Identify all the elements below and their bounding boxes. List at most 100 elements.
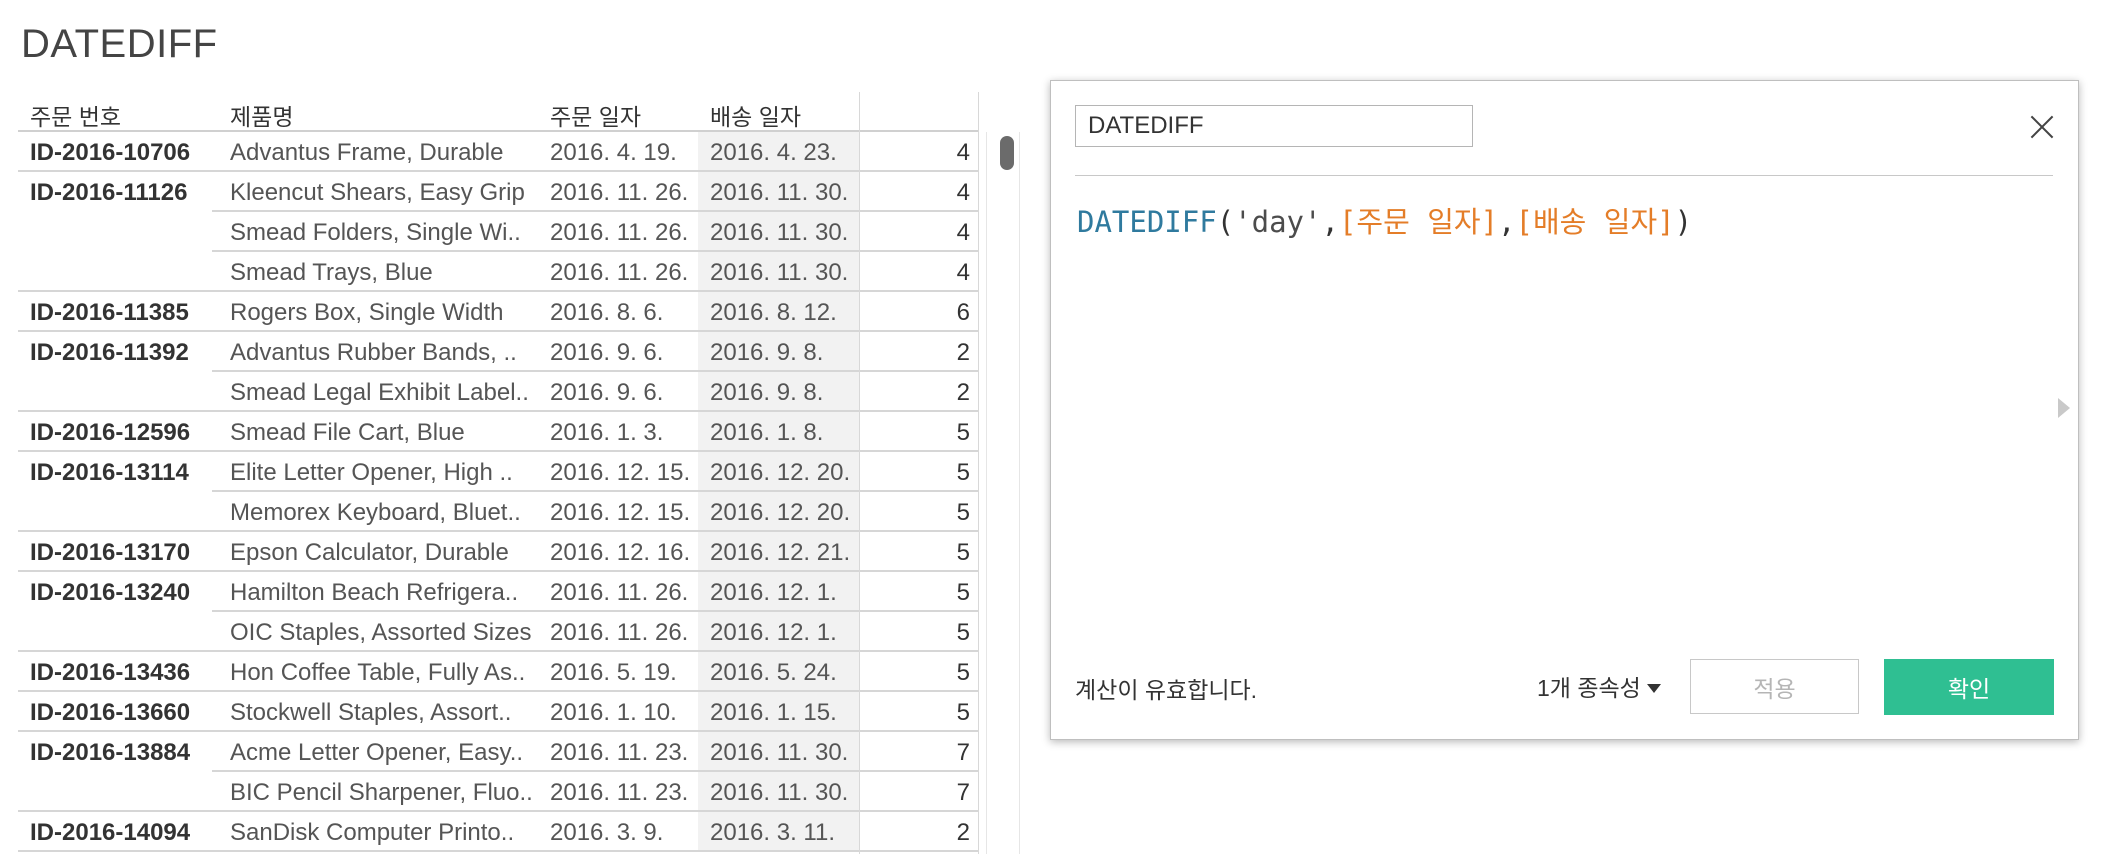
cell-ship-date: 2016. 11. 30. xyxy=(710,779,849,806)
cell-order-date: 2016. 1. 3. xyxy=(550,419,664,446)
table-row[interactable]: ID-2016-13884 Acme Letter Opener, Easy.. 2… xyxy=(18,732,978,772)
table-row[interactable]: ID-2016-13114 Elite Letter Opener, High .… xyxy=(18,452,978,492)
cell-ship-date: 2016. 12. 1. xyxy=(710,619,837,646)
formula-token-punc: , xyxy=(1321,205,1339,239)
close-icon[interactable] xyxy=(2026,111,2058,143)
cell-ship-date: 2016. 12. 20. xyxy=(710,459,851,486)
row-divider xyxy=(18,850,978,852)
caret-down-icon xyxy=(1646,684,1661,693)
cell-ship-date: 2016. 4. 23. xyxy=(710,139,837,166)
cell-product: Smead Legal Exhibit Label.. xyxy=(230,379,529,406)
cell-ship-date: 2016. 11. 30. xyxy=(710,259,849,286)
cell-ship-date: 2016. 1. 8. xyxy=(710,419,824,446)
dependencies-dropdown[interactable]: 1개 종속성 xyxy=(1537,669,1661,703)
formula-token-func: DATEDIFF xyxy=(1077,205,1217,239)
cell-order-date: 2016. 11. 23. xyxy=(550,779,689,806)
cell-order-date: 2016. 12. 16. xyxy=(550,539,691,566)
table-row[interactable]: ID-2016-10706 Advantus Frame, Durable 2016… xyxy=(18,132,978,172)
table-row[interactable]: ID-2016-11385 Rogers Box, Single Width 201… xyxy=(18,292,978,332)
table-row[interactable]: Smead Folders, Single Wi.. 2016. 11. 26. 2… xyxy=(18,212,978,252)
cell-value: 5 xyxy=(956,619,970,646)
header-order-id[interactable]: 주문 번호 xyxy=(30,98,121,132)
formula-editor[interactable]: DATEDIFF('day',[주문 일자],[배송 일자]) xyxy=(1077,199,2047,619)
cell-value: 7 xyxy=(956,739,970,766)
cell-ship-date: 2016. 9. 8. xyxy=(710,339,824,366)
cell-ship-date: 2016. 11. 30. xyxy=(710,219,849,246)
table-row[interactable]: BIC Pencil Sharpener, Fluo.. 2016. 11. 23… xyxy=(18,772,978,812)
apply-button[interactable]: 적용 xyxy=(1690,659,1859,714)
cell-value: 4 xyxy=(956,259,970,286)
cell-order-id: ID-2016-13170 xyxy=(30,539,191,566)
cell-order-date: 2016. 3. 9. xyxy=(550,819,664,846)
cell-order-date: 2016. 11. 26. xyxy=(550,179,689,206)
header-ship-date[interactable]: 배송 일자 xyxy=(710,98,801,132)
cell-order-date: 2016. 11. 26. xyxy=(550,579,689,606)
cell-ship-date: 2016. 11. 30. xyxy=(710,739,849,766)
table-row[interactable]: ID-2016-13240 Hamilton Beach Refrigera.. 2… xyxy=(18,572,978,612)
header-order-date[interactable]: 주문 일자 xyxy=(550,98,641,132)
table-row[interactable]: Memorex Keyboard, Bluet.. 2016. 12. 15. 20… xyxy=(18,492,978,532)
cell-product: SanDisk Computer Printo.. xyxy=(230,819,515,846)
sheet-title: DATEDIFF xyxy=(21,22,218,66)
cell-order-date: 2016. 9. 6. xyxy=(550,339,664,366)
cell-order-id: ID-2016-13660 xyxy=(30,699,191,726)
formula-token-field: [주문 일자] xyxy=(1338,205,1499,239)
table-row[interactable]: OIC Staples, Assorted Sizes 2016. 11. 26.… xyxy=(18,612,978,652)
table-row[interactable]: Smead Legal Exhibit Label.. 2016. 9. 6. 20… xyxy=(18,372,978,412)
table-row[interactable]: ID-2016-12596 Smead File Cart, Blue 2016. … xyxy=(18,412,978,452)
cell-value: 2 xyxy=(956,819,970,846)
cell-order-date: 2016. 4. 19. xyxy=(550,139,677,166)
cell-product: Kleencut Shears, Easy Grip xyxy=(230,179,525,206)
table-row[interactable]: Smead Trays, Blue 2016. 11. 26. 2016. 11. … xyxy=(18,252,978,292)
formula-token-punc: ) xyxy=(1674,205,1693,239)
expand-panel-arrow-icon[interactable] xyxy=(2058,398,2070,418)
column-divider xyxy=(859,92,860,854)
ok-button[interactable]: 확인 xyxy=(1884,659,2054,715)
cell-ship-date: 2016. 9. 8. xyxy=(710,379,824,406)
formula-token-punc: ( xyxy=(1216,205,1235,239)
cell-order-id: ID-2016-10706 xyxy=(30,139,191,166)
table-row[interactable]: ID-2016-13660 Stockwell Staples, Assort..… xyxy=(18,692,978,732)
calculation-name-input[interactable] xyxy=(1075,105,1473,147)
cell-order-date: 2016. 1. 10. xyxy=(550,699,677,726)
cell-product: Smead Folders, Single Wi.. xyxy=(230,219,521,246)
cell-ship-date: 2016. 12. 20. xyxy=(710,499,851,526)
cell-value: 5 xyxy=(956,659,970,686)
cell-value: 5 xyxy=(956,499,970,526)
cell-product: Smead Trays, Blue xyxy=(230,259,433,286)
table-row[interactable]: ID-2016-13170 Epson Calculator, Durable 20… xyxy=(18,532,978,572)
cell-product: Hon Coffee Table, Fully As.. xyxy=(230,659,526,686)
formula-token-field: [배송 일자] xyxy=(1515,205,1675,239)
cell-order-id: ID-2016-11385 xyxy=(30,299,189,326)
cell-value: 5 xyxy=(956,539,970,566)
cell-product: Acme Letter Opener, Easy.. xyxy=(230,739,524,766)
cell-value: 4 xyxy=(956,139,970,166)
cell-order-id: ID-2016-13436 xyxy=(30,659,191,686)
cell-order-id: ID-2016-13114 xyxy=(30,459,189,486)
cell-order-id: ID-2016-14094 xyxy=(30,819,191,846)
cell-ship-date: 2016. 5. 24. xyxy=(710,659,837,686)
cell-product: Elite Letter Opener, High .. xyxy=(230,459,513,486)
table-row[interactable]: ID-2016-11392 Advantus Rubber Bands, .. 20… xyxy=(18,332,978,372)
cell-order-date: 2016. 12. 15. xyxy=(550,459,691,486)
cell-product: Stockwell Staples, Assort.. xyxy=(230,699,512,726)
table-row[interactable]: ID-2016-13436 Hon Coffee Table, Fully As.… xyxy=(18,652,978,692)
table-row[interactable]: ID-2016-14094 SanDisk Computer Printo.. 20… xyxy=(18,812,978,852)
scrollbar-thumb[interactable] xyxy=(1000,136,1014,170)
cell-order-id: ID-2016-11392 xyxy=(30,339,189,366)
cell-product: Rogers Box, Single Width xyxy=(230,299,504,326)
calculation-dialog: DATEDIFF('day',[주문 일자],[배송 일자]) 계산이 유효합니… xyxy=(1050,80,2079,740)
cell-order-id: ID-2016-13240 xyxy=(30,579,191,606)
cell-order-date: 2016. 11. 26. xyxy=(550,219,689,246)
cell-value: 5 xyxy=(956,419,970,446)
cell-order-id: ID-2016-12596 xyxy=(30,419,191,446)
vertical-scrollbar[interactable] xyxy=(986,132,1020,854)
table-row[interactable]: ID-2016-11126 Kleencut Shears, Easy Grip 2… xyxy=(18,172,978,212)
cell-order-id: ID-2016-11126 xyxy=(30,179,188,206)
dependencies-label: 1개 종속성 xyxy=(1537,675,1641,701)
cell-ship-date: 2016. 11. 30. xyxy=(710,179,849,206)
cell-product: BIC Pencil Sharpener, Fluo.. xyxy=(230,779,533,806)
cell-order-date: 2016. 8. 6. xyxy=(550,299,664,326)
header-product[interactable]: 제품명 xyxy=(230,98,293,132)
table-header: 주문 번호 제품명 주문 일자 배송 일자 xyxy=(18,92,978,132)
